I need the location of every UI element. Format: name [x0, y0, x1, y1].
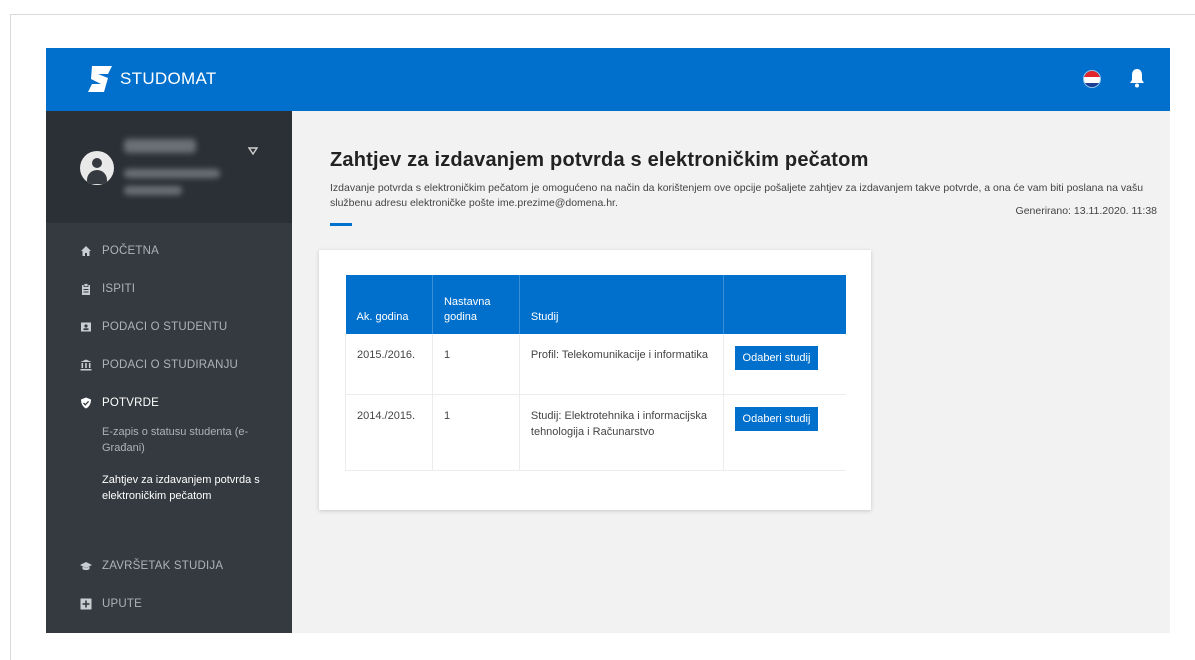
study-table: Ak. godina Nastavna godina Studij 2015./…: [345, 275, 846, 471]
home-icon: [81, 246, 91, 256]
user-profile: [46, 111, 292, 223]
sidebar-item-podaci-o-studiranju[interactable]: PODACI O STUDIRANJU: [46, 348, 292, 382]
plus-square-icon: [80, 598, 92, 610]
avatar: [80, 151, 114, 185]
top-bar: STUDOMAT: [46, 48, 1170, 111]
odaberi-studij-button[interactable]: Odaberi studij: [734, 406, 819, 431]
sidebar-item-label: ISPITI: [102, 283, 136, 295]
cell-studij: Studij: Elektrotehnika i informacijska t…: [519, 394, 724, 471]
sidebar-subitem-zahtjev-potvrde[interactable]: Zahtjev za izdavanjem potvrda s elektron…: [102, 472, 282, 504]
sidebar-item-label: POTVRDE: [102, 397, 159, 409]
column-header-nastavna-godina: Nastavna godina: [432, 275, 520, 334]
sidebar-item-label: PODACI O STUDIRANJU: [102, 359, 239, 371]
sidebar-item-potvrde[interactable]: POTVRDE: [46, 386, 292, 420]
sidebar-item-label: PODACI O STUDENTU: [102, 321, 228, 333]
table-row: 2015./2016. 1 Profil: Telekomunikacije i…: [345, 334, 846, 395]
sidebar-item-pocetna[interactable]: POČETNA: [46, 234, 292, 268]
table-row: 2014./2015. 1 Studij: Elektrotehnika i i…: [345, 394, 846, 471]
studomat-logo-icon: [88, 66, 112, 92]
study-selection-card: Ak. godina Nastavna godina Studij 2015./…: [319, 250, 871, 510]
sidebar-item-zavrsetak-studija[interactable]: ZAVRŠETAK STUDIJA: [46, 549, 292, 583]
cell-action: Odaberi studij: [723, 394, 846, 471]
cell-ak-godina: 2015./2016.: [345, 334, 433, 395]
app-name: STUDOMAT: [120, 69, 217, 88]
title-accent-line: [330, 223, 352, 226]
blurred-user-name: [124, 139, 196, 153]
blurred-user-detail: [124, 169, 220, 178]
cell-ak-godina: 2014./2015.: [345, 394, 433, 471]
institution-icon: [80, 359, 92, 371]
main-content: Zahtjev za izdavanjem potvrda s elektron…: [292, 111, 1170, 633]
cell-action: Odaberi studij: [723, 334, 846, 395]
sidebar-subitem-e-zapis[interactable]: E-zapis o statusu studenta (e-Građani): [102, 424, 282, 456]
caret-down-icon[interactable]: [248, 147, 258, 155]
table-header-row: Ak. godina Nastavna godina Studij: [345, 275, 846, 334]
page-title: Zahtjev za izdavanjem potvrda s elektron…: [330, 149, 869, 171]
studomat-app: STUDOMAT POČETNA ISPITI PODACI O STUDENT…: [46, 48, 1170, 633]
column-header-action: [723, 275, 846, 334]
croatia-flag-icon[interactable]: [1083, 70, 1101, 88]
bell-icon[interactable]: [1129, 68, 1145, 88]
sidebar-item-podaci-o-studentu[interactable]: PODACI O STUDENTU: [46, 310, 292, 344]
cell-nastavna-godina: 1: [432, 394, 520, 471]
odaberi-studij-button[interactable]: Odaberi studij: [734, 346, 819, 370]
sidebar-item-label: ZAVRŠETAK STUDIJA: [102, 560, 224, 572]
sidebar-item-label: UPUTE: [102, 598, 142, 610]
column-header-studij: Studij: [519, 275, 724, 334]
id-card-icon: [81, 322, 91, 332]
clipboard-icon: [82, 283, 90, 295]
sidebar-item-upute[interactable]: UPUTE: [46, 587, 292, 621]
blurred-user-detail: [124, 186, 182, 195]
sidebar-item-label: POČETNA: [102, 245, 159, 257]
sidebar-item-ispiti[interactable]: ISPITI: [46, 272, 292, 306]
generated-timestamp: Generirano: 13.11.2020. 11:38: [1015, 205, 1157, 217]
cell-nastavna-godina: 1: [432, 334, 520, 395]
column-header-ak-godina: Ak. godina: [345, 275, 433, 334]
shield-check-icon: [81, 397, 91, 409]
cell-studij: Profil: Telekomunikacije i informatika: [519, 334, 724, 395]
graduation-cap-icon: [80, 562, 92, 571]
logo[interactable]: STUDOMAT: [86, 64, 217, 94]
sidebar: POČETNA ISPITI PODACI O STUDENTU PODACI …: [46, 111, 292, 633]
